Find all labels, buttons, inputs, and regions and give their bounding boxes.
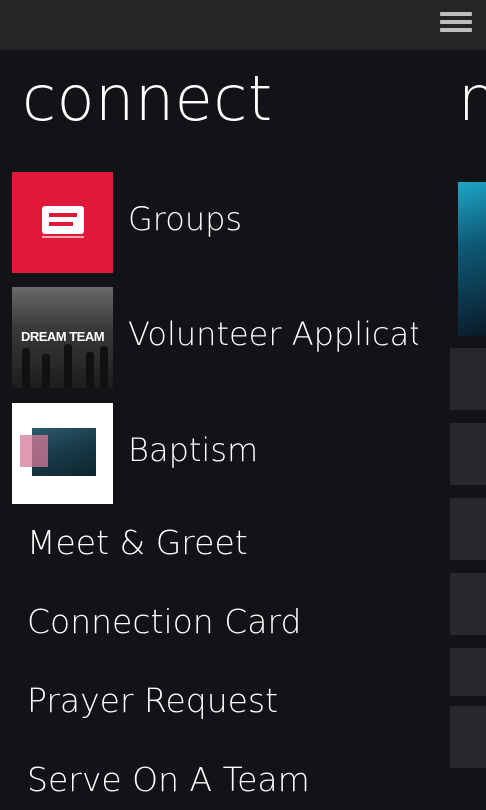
next-section-title[interactable]: n [458, 60, 486, 138]
app-bar [0, 0, 486, 50]
page-title: connect [22, 62, 273, 135]
hamburger-menu-icon[interactable] [440, 12, 472, 36]
list-item-label: Volunteer Applicati [128, 315, 418, 353]
groups-thumbnail [12, 172, 113, 273]
baptism-thumbnail [12, 403, 113, 504]
list-item-prayer-request[interactable]: Prayer Request [27, 681, 278, 720]
list-item-meet-and-greet[interactable]: Meet & Greet [27, 523, 248, 562]
list-item-volunteer-application[interactable]: DREAM TEAM Volunteer Applicati [12, 287, 432, 388]
next-section-tile[interactable] [450, 573, 486, 635]
groups-logo-icon [42, 206, 84, 234]
list-item-connection-card[interactable]: Connection Card [27, 602, 301, 641]
next-section-tile[interactable] [450, 706, 486, 768]
dream-team-thumbnail: DREAM TEAM [12, 287, 113, 388]
next-section-tile[interactable] [450, 498, 486, 560]
list-item-baptism[interactable]: Baptism [12, 403, 432, 504]
next-section-tile[interactable] [450, 423, 486, 485]
next-section-tile[interactable] [450, 648, 486, 696]
list-item-groups[interactable]: Groups [12, 172, 432, 273]
list-item-label: Groups [128, 200, 243, 238]
dream-team-thumb-text: DREAM TEAM [20, 329, 105, 344]
next-section-image[interactable] [458, 182, 486, 336]
list-item-label: Baptism [128, 431, 259, 469]
list-item-serve-on-a-team[interactable]: Serve On A Team [27, 760, 310, 799]
next-section-tile[interactable] [450, 348, 486, 410]
